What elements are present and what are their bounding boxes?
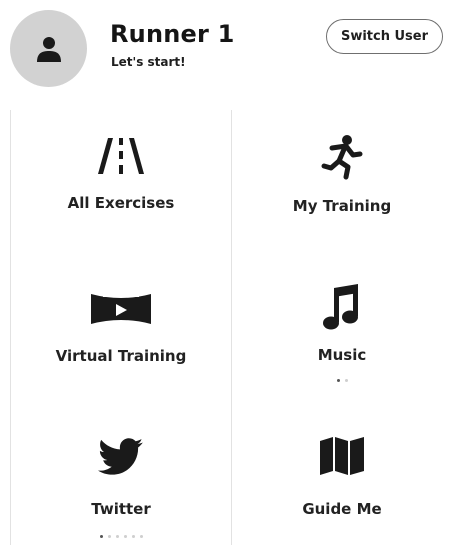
page-dot[interactable] (107, 535, 111, 538)
menu-tile-virtual-training[interactable]: Virtual Training (11, 268, 231, 408)
menu-tile-twitter[interactable]: Twitter (11, 405, 231, 545)
twitter-bird-icon (98, 438, 143, 475)
page-dot[interactable] (115, 535, 119, 538)
menu-tile-all-exercises[interactable]: All Exercises (11, 110, 231, 250)
home-screen: Runner 1 Let's start! Switch User All Ex… (0, 0, 450, 545)
avatar[interactable] (10, 10, 87, 87)
user-silhouette-icon (36, 36, 61, 62)
page-dot[interactable] (123, 535, 127, 538)
menu-tile-music[interactable]: Music (232, 268, 450, 408)
music-note-icon (323, 284, 358, 330)
switch-user-button[interactable]: Switch User (326, 19, 443, 54)
page-dot[interactable] (336, 379, 340, 382)
road-icon (98, 138, 144, 174)
page-dots-music (232, 379, 450, 382)
user-header: Runner 1 Let's start! Switch User (0, 0, 450, 100)
menu-label: Virtual Training (55, 347, 187, 365)
user-name: Runner 1 (110, 20, 235, 48)
user-subtitle: Let's start! (111, 55, 186, 69)
menu-label: Music (317, 346, 367, 364)
page-dot[interactable] (99, 535, 103, 538)
page-dot[interactable] (139, 535, 143, 538)
menu-tile-guide-me[interactable]: Guide Me (232, 405, 450, 545)
panorama-video-icon (91, 292, 151, 324)
page-dot[interactable] (344, 379, 348, 382)
running-person-icon (321, 135, 363, 180)
menu-label: My Training (292, 197, 392, 215)
map-icon (320, 437, 364, 475)
page-dot[interactable] (131, 535, 135, 538)
menu-label: Twitter (91, 500, 151, 518)
page-dots-twitter (11, 535, 231, 538)
menu-label: Guide Me (302, 500, 382, 518)
menu-tile-my-training[interactable]: My Training (232, 110, 450, 250)
menu-label: All Exercises (67, 194, 175, 212)
